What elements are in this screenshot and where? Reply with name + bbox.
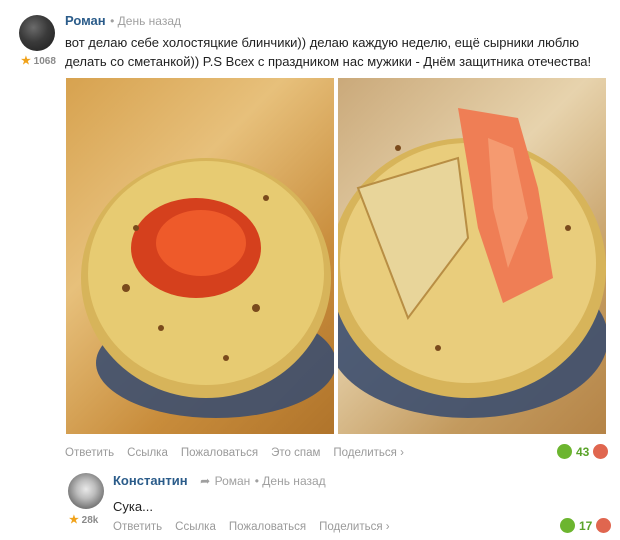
pancakes-salmon-image: [338, 108, 606, 418]
dislike-icon[interactable]: [593, 444, 609, 459]
star-icon: ★: [69, 514, 79, 526]
reply-to-name[interactable]: Роман: [215, 474, 251, 488]
star-icon: ★: [21, 55, 31, 67]
avatar[interactable]: [19, 15, 55, 51]
vote-box: 17: [560, 518, 612, 533]
user-rating: ★ 1068: [21, 55, 56, 67]
reply-header: Константин ➦ Роман • День назад: [113, 472, 326, 490]
comment-text: Сука...: [113, 499, 153, 514]
pancakes-caviar-image: [81, 158, 334, 418]
dislike-icon[interactable]: [596, 518, 612, 533]
spam-link[interactable]: Это спам: [271, 447, 320, 459]
comment-time: День назад: [117, 14, 182, 28]
reply-arrow-icon: ➦: [200, 474, 211, 488]
permalink[interactable]: Ссылка: [175, 521, 216, 533]
user-rating: ★ 28k: [69, 514, 99, 526]
likes-count: 17: [579, 518, 593, 533]
photo-pancakes-caviar[interactable]: [66, 78, 334, 434]
like-icon[interactable]: [557, 444, 572, 459]
complain-link[interactable]: Пожаловаться: [229, 521, 306, 533]
comment-time: День назад: [262, 474, 326, 488]
share-link[interactable]: Поделиться ›: [333, 447, 404, 459]
likes-count: 43: [576, 444, 590, 459]
reply-link[interactable]: Ответить: [113, 521, 162, 533]
comment-header: Роман • День назад: [65, 12, 181, 30]
like-icon[interactable]: [560, 518, 575, 533]
reply-link[interactable]: Ответить: [65, 447, 114, 459]
complain-link[interactable]: Пожаловаться: [181, 447, 258, 459]
permalink[interactable]: Ссылка: [127, 447, 168, 459]
comment-text: вот делаю себе холостяцкие блинчики)) де…: [65, 35, 592, 69]
comment-actions: Ответить Ссылка Пожаловаться Поделиться …: [113, 521, 390, 533]
share-link[interactable]: Поделиться ›: [319, 521, 390, 533]
author-name[interactable]: Константин: [113, 473, 188, 488]
avatar[interactable]: [68, 473, 104, 509]
author-name[interactable]: Роман: [65, 13, 106, 28]
comment-actions: Ответить Ссылка Пожаловаться Это спам По…: [65, 447, 404, 459]
bullet: •: [110, 14, 118, 28]
photo-gallery: [66, 78, 606, 434]
photo-pancakes-salmon[interactable]: [338, 78, 606, 434]
vote-box: 43: [557, 444, 609, 459]
